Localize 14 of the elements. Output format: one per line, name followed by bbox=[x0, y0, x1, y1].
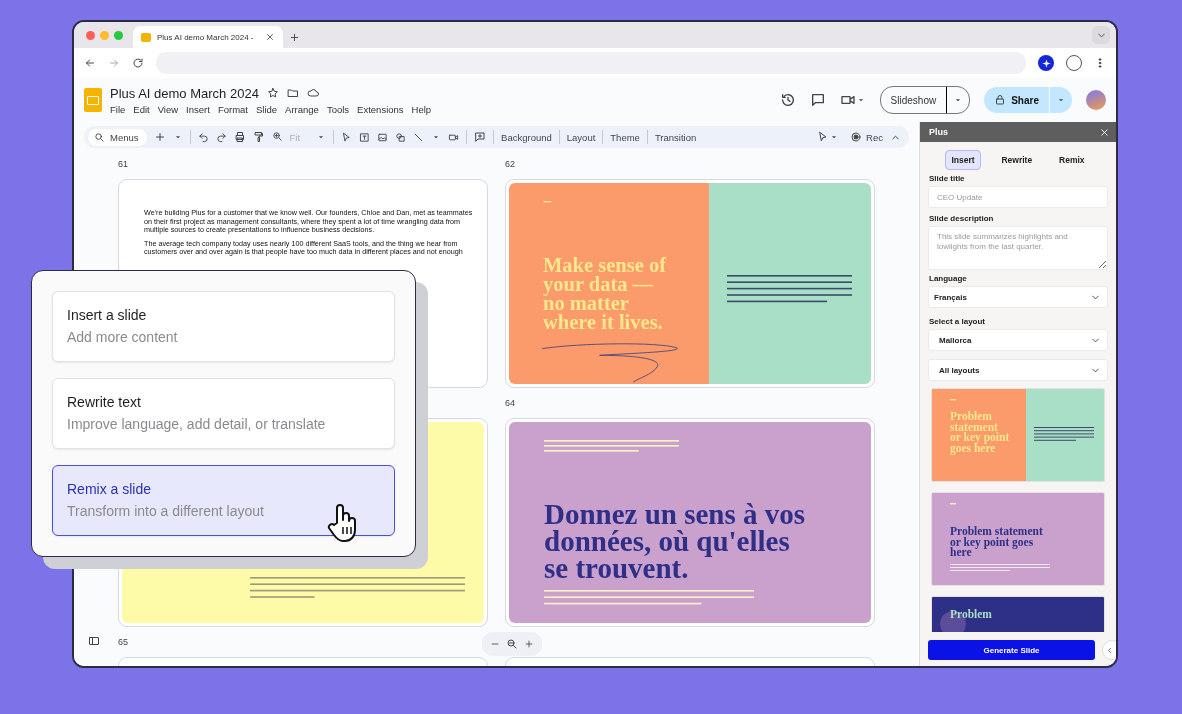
field-label: Slide description bbox=[929, 214, 995, 223]
panel-title: Plus bbox=[929, 127, 948, 137]
slide-number: 62 bbox=[505, 159, 515, 169]
slide-title: Make sense of your data — no matter where it lives. bbox=[543, 255, 668, 332]
field-label: Select a layout bbox=[929, 317, 987, 326]
slide-number: 64 bbox=[505, 398, 515, 408]
slide-number: 65 bbox=[118, 637, 128, 647]
layout-title: Problem statement or key point goes here bbox=[950, 411, 1011, 453]
layout-title: Problem bbox=[950, 609, 993, 620]
field-label: Language bbox=[929, 274, 968, 283]
layout-title: Problem statement or key point goes here bbox=[950, 526, 1044, 558]
field-label: Slide title bbox=[929, 174, 966, 183]
slide-number: 61 bbox=[118, 159, 128, 169]
slide-title: Donnez un sens à vos données, où qu'elles se trouvent. bbox=[544, 501, 807, 582]
